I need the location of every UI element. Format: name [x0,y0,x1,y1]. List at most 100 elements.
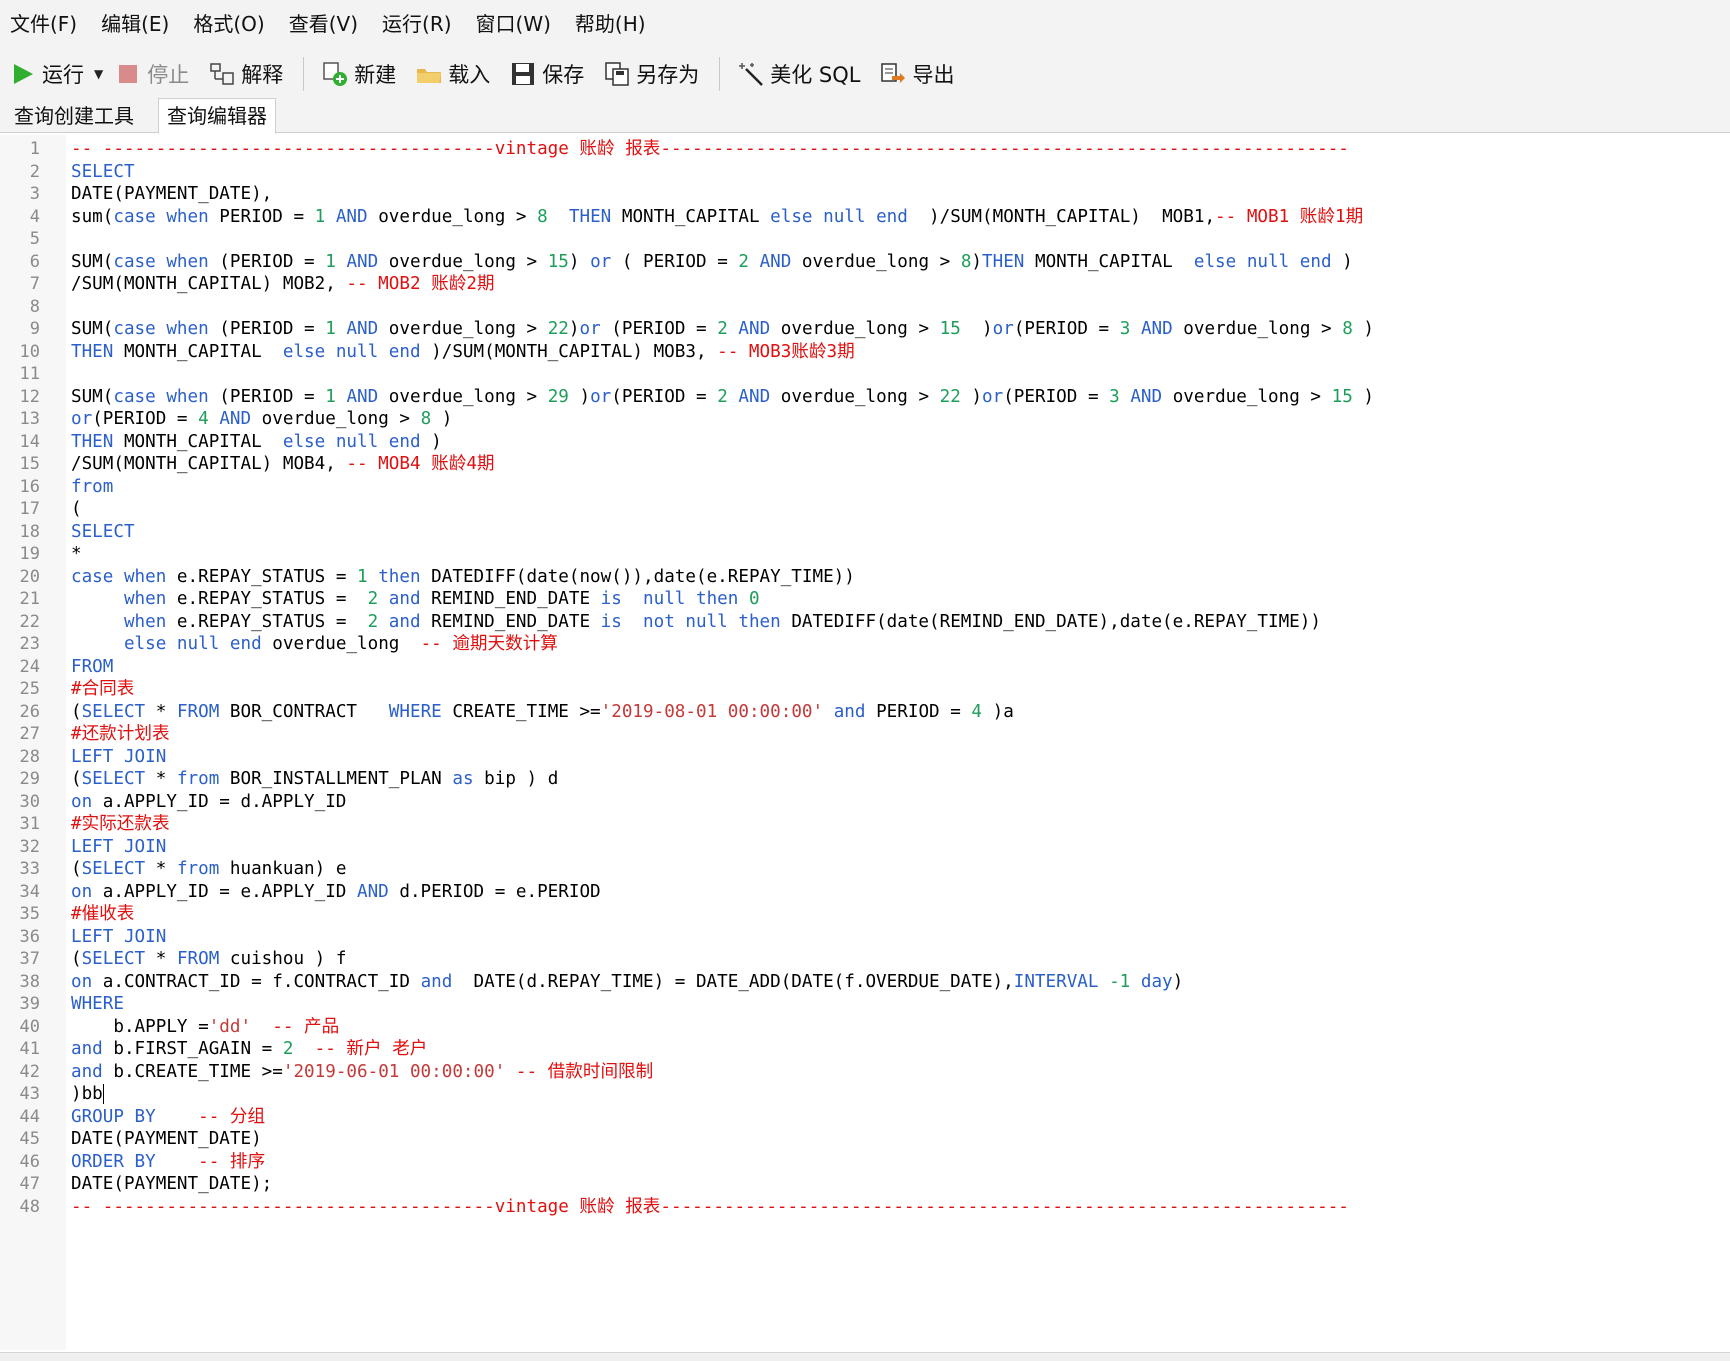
beautify-sql-button[interactable]: 美化 SQL [738,52,860,96]
menu-edit[interactable]: 编辑(E) [89,0,181,48]
code-token: ) [1352,319,1374,339]
export-button[interactable]: 导出 [880,52,954,96]
save-as-button[interactable]: 另存为 [604,52,699,96]
menu-window[interactable]: 窗口(W) [464,0,563,48]
code-line[interactable]: 22 when e.REPAY_STATUS = 2 and REMIND_EN… [0,610,1730,635]
code-line[interactable]: 17 ( [0,497,1730,522]
code-token: AND [1130,386,1163,407]
code-line[interactable]: 26 (SELECT * FROM BOR_CONTRACT WHERE CREA… [0,700,1730,725]
chevron-down-icon[interactable]: ▼ [94,67,103,81]
code-text: /SUM(MONTH_CAPITAL) MOB4, -- MOB4 账龄4期 [71,452,495,477]
menu-run[interactable]: 运行(R) [370,0,464,48]
sql-editor[interactable]: 1 -- ------------------------------------… [0,135,1730,1350]
new-button[interactable]: 新建 [322,52,396,96]
code-line[interactable]: 30 on a.APPLY_ID = d.APPLY_ID [0,790,1730,815]
code-line[interactable]: 38 on a.CONTRACT_ID = f.CONTRACT_ID and D… [0,970,1730,995]
code-line[interactable]: 1 -- ------------------------------------… [0,137,1730,162]
code-token: e.REPAY_STATUS = [166,566,358,587]
code-token: 2 [367,589,379,609]
code-token: ) [420,431,442,452]
code-line[interactable]: 24 FROM [0,655,1730,680]
line-number: 8 [29,296,40,317]
explain-button[interactable]: 解释 [209,52,283,96]
load-button[interactable]: 载入 [416,52,490,96]
menu-file[interactable]: 文件(F) [0,0,89,48]
line-number: 9 [29,319,40,339]
code-line[interactable]: 28 LEFT JOIN [0,745,1730,770]
menu-help[interactable]: 帮助(H) [563,0,658,48]
code-line[interactable]: 35 #催收表 [0,902,1730,927]
code-line[interactable]: 37 (SELECT * FROM cuishou ) f [0,947,1730,972]
code-line[interactable]: 11 [0,362,1730,387]
code-line[interactable]: 48 -- -----------------------------------… [0,1195,1730,1220]
code-text: THEN MONTH_CAPITAL else null end )/SUM(M… [71,340,855,365]
code-token: ORDER BY [71,1151,156,1172]
code-token: case when [113,251,209,272]
code-line[interactable]: 47 DATE(PAYMENT_DATE); [0,1172,1730,1197]
code-text: * [71,542,82,567]
code-line[interactable]: 33 (SELECT * from huankuan) e [0,857,1730,882]
code-token: FROM [176,949,220,969]
code-line[interactable]: 20 case when e.REPAY_STATUS = 1 then DATE… [0,565,1730,590]
menu-format[interactable]: 格式(O) [181,0,276,48]
code-line[interactable]: 14 THEN MONTH_CAPITAL else null end ) [0,430,1730,455]
beautify-sql-label: 美化 SQL [770,63,861,87]
code-line[interactable]: 21 when e.REPAY_STATUS = 2 and REMIND_EN… [0,587,1730,612]
code-line[interactable]: 7/SUM(MONTH_CAPITAL) MOB2, -- MOB2 账龄2期 [0,272,1730,297]
code-line[interactable]: 27 #还款计划表 [0,722,1730,747]
export-label: 导出 [912,63,955,87]
tab-query-builder[interactable]: 查询创建工具 [6,100,142,131]
code-line[interactable]: 8 [0,295,1730,320]
code-text: DATE(PAYMENT_DATE), [71,182,272,207]
code-text: GROUP BY -- 分组 [71,1105,265,1130]
code-line[interactable]: 4 sum(case when PERIOD = 1 AND overdue_lo… [0,205,1730,230]
code-line[interactable]: 6 SUM(case when (PERIOD = 1 AND overdue_l… [0,250,1730,275]
code-line[interactable]: 45 DATE(PAYMENT_DATE) [0,1127,1730,1152]
code-token: overdue_long > [1172,319,1343,339]
code-line[interactable]: 42 and b.CREATE_TIME >='2019-06-01 00:00:… [0,1060,1730,1085]
code-token: b.APPLY = [71,1016,209,1037]
code-token: ) [568,251,591,272]
code-line[interactable]: 12 SUM(case when (PERIOD = 1 AND overdue_… [0,385,1730,410]
code-token: or [992,319,1014,339]
line-number: 3 [29,184,40,204]
code-line[interactable]: 36 LEFT JOIN [0,925,1730,950]
code-line[interactable]: 16 from [0,475,1730,500]
code-line[interactable]: 9 SUM(case when (PERIOD = 1 AND overdue_l… [0,317,1730,342]
code-line[interactable]: 2 SELECT [0,160,1730,185]
code-line[interactable]: 25 #合同表 [0,677,1730,702]
stop-button[interactable]: 停止 [115,52,189,96]
code-token: REMIND_END_DATE [420,611,601,632]
code-line[interactable]: 3 DATE(PAYMENT_DATE), [0,182,1730,207]
code-line[interactable]: 31 #实际还款表 [0,812,1730,837]
save-button[interactable]: 保存 [510,52,584,96]
code-token: AND [346,386,379,407]
tab-query-editor[interactable]: 查询编辑器 [158,98,276,134]
code-line[interactable]: 46 ORDER BY -- 排序 [0,1150,1730,1175]
code-line[interactable]: 41 and b.FIRST_AGAIN = 2 -- 新户 老户 [0,1037,1730,1062]
code-line[interactable]: 19 * [0,542,1730,567]
code-line[interactable]: 10 THEN MONTH_CAPITAL else null end )/SUM… [0,340,1730,365]
code-line[interactable]: 39 WHERE [0,992,1730,1017]
code-line[interactable]: 44 GROUP BY -- 分组 [0,1105,1730,1130]
code-line[interactable]: 18 SELECT [0,520,1730,545]
code-line[interactable]: 32 LEFT JOIN [0,835,1730,860]
code-line[interactable]: 23 else null end overdue_long -- 逾期天数计算 [0,632,1730,657]
code-token: overdue_long > [378,251,548,272]
code-line[interactable]: 5 [0,227,1730,252]
code-line[interactable]: 40 b.APPLY ='dd' -- 产品 [0,1015,1730,1040]
code-token: on [71,971,93,992]
code-token: case when [113,319,209,339]
code-line[interactable]: 29 (SELECT * from BOR_INSTALLMENT_PLAN as… [0,767,1730,792]
code-token: e.REPAY_STATUS = [166,611,368,632]
code-line[interactable]: 13 or(PERIOD = 4 AND overdue_long > 8 ) [0,407,1730,432]
run-button[interactable]: 运行 ▼ [10,52,103,96]
code-line[interactable]: 34 on a.APPLY_ID = e.APPLY_ID AND d.PERIO… [0,880,1730,905]
code-token: (PERIOD = [600,319,718,339]
menu-view[interactable]: 查看(V) [277,0,370,48]
code-line[interactable]: 15/SUM(MONTH_CAPITAL) MOB4, -- MOB4 账龄4期 [0,452,1730,477]
code-line[interactable]: 43)bb [0,1082,1730,1107]
code-token: case when [71,566,167,587]
